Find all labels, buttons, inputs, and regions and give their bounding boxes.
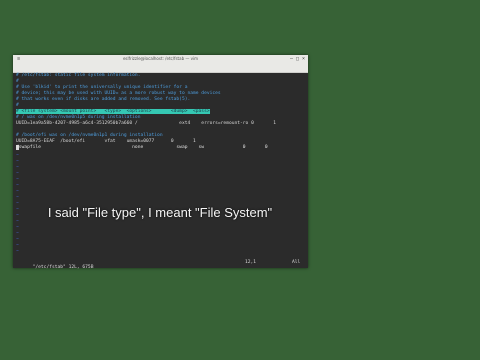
editor-line: # <box>16 103 19 108</box>
terminal-window: ≡ eslfrizzle@localhost: /etc/fstab — vim… <box>13 55 308 270</box>
editor-line: # /etc/fstab: static file system informa… <box>16 73 141 78</box>
tilde-marker: ~ <box>16 189 19 194</box>
status-file-info: "/etc/fstab" 12L, 675B <box>32 265 94 270</box>
editor-line: # <box>16 79 19 84</box>
editor-line: UUID=8A75-EEAF /boot/efi vfat umask=0077… <box>16 139 196 144</box>
title-bar[interactable]: ≡ eslfrizzle@localhost: /etc/fstab — vim… <box>13 55 308 64</box>
editor-line: # device; this may be used with UUID= as… <box>16 91 221 96</box>
tilde-marker: ~ <box>16 171 19 176</box>
tilde-marker: ~ <box>16 183 19 188</box>
editor-line: UUID=1ea9a58b-4207-4985-a6c4-3512950b7a6… <box>16 121 276 126</box>
tilde-marker: ~ <box>16 159 19 164</box>
editor-line: /swapfile none swap sw 0 0 <box>16 145 268 150</box>
terminal-area[interactable]: # /etc/fstab: static file system informa… <box>13 73 308 270</box>
tilde-marker: ~ <box>16 249 19 254</box>
maximize-icon[interactable]: □ <box>295 57 300 62</box>
editor-line-highlighted: # <file system> <mount point> <type> <op… <box>16 109 210 114</box>
menu-bar: File Edit View Search Terminal Help <box>13 64 308 80</box>
status-cursor-position: 12,1 <box>245 260 257 265</box>
tilde-marker: ~ <box>16 177 19 182</box>
tilde-marker: ~ <box>16 153 19 158</box>
tilde-marker: ~ <box>16 195 19 200</box>
minimize-icon[interactable]: – <box>289 57 294 62</box>
tilde-marker: ~ <box>16 231 19 236</box>
video-caption: I said "File type", I meant "File System… <box>47 205 273 220</box>
tilde-marker: ~ <box>16 165 19 170</box>
window-title: eslfrizzle@localhost: /etc/fstab — vim <box>122 56 199 61</box>
status-scroll: All <box>292 260 301 265</box>
editor-line: # / was on /dev/nvme0n1p5 during install… <box>16 115 141 120</box>
editor-line: # /boot/efi was on /dev/nvme0n1p1 during… <box>16 133 163 138</box>
close-icon[interactable]: × <box>301 57 306 62</box>
editor-line: # that works even if disks are added and… <box>16 97 191 102</box>
editor-line: # Use 'blkid' to print the universally u… <box>16 85 188 90</box>
tilde-marker: ~ <box>16 237 19 242</box>
tilde-marker: ~ <box>16 243 19 248</box>
tilde-marker: ~ <box>16 225 19 230</box>
